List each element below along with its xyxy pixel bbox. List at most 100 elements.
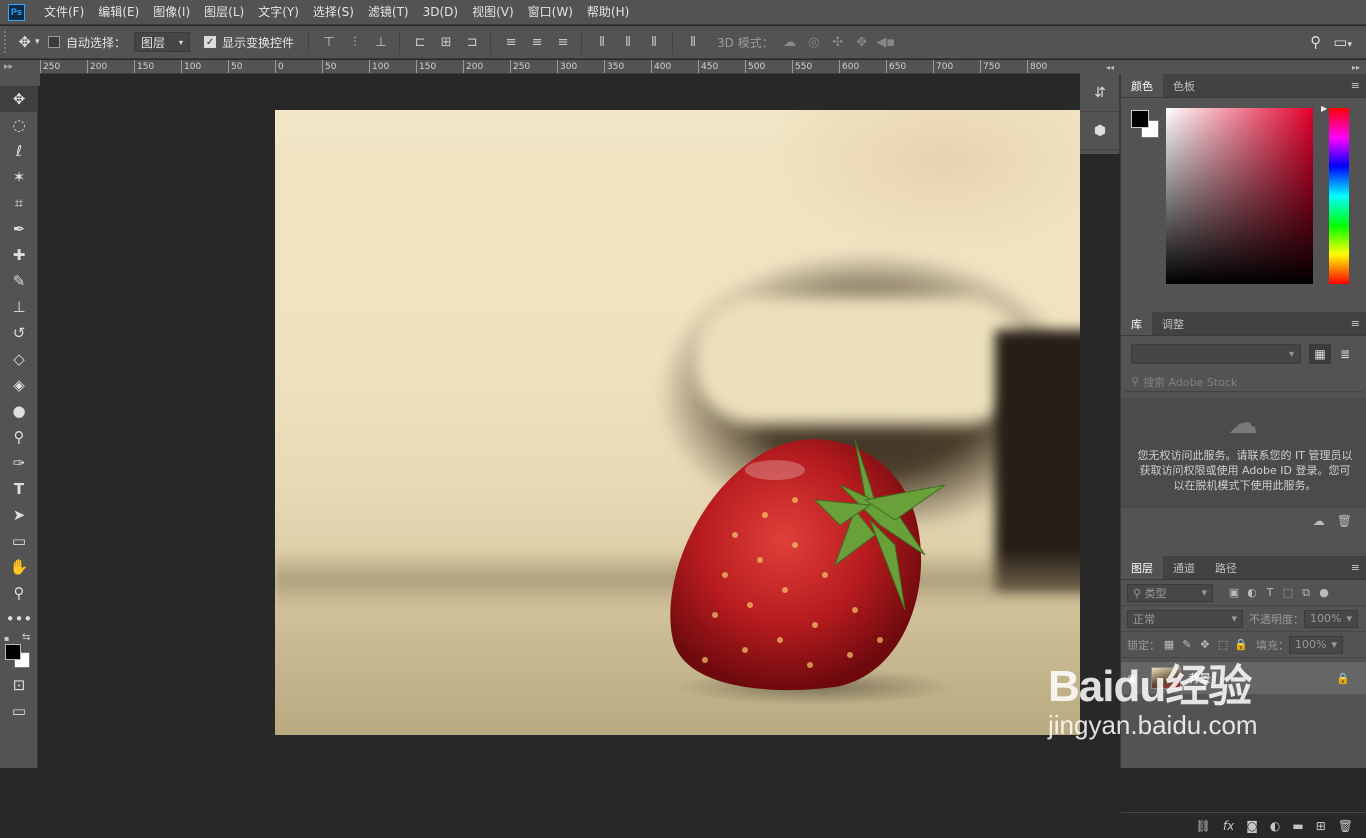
document-canvas[interactable] <box>40 75 1080 768</box>
new-layer-icon[interactable]: ⊞ <box>1316 819 1326 833</box>
move-tool-preset-icon[interactable]: ✥ ▾ <box>10 30 48 54</box>
panel-menu-icon[interactable]: ≡ <box>1351 561 1360 574</box>
distribute-vcenter-icon[interactable]: ≡ <box>525 30 549 54</box>
tab-libraries[interactable]: 库 <box>1121 312 1152 335</box>
panel-menu-icon[interactable]: ≡ <box>1351 79 1360 92</box>
healing-brush-tool-icon[interactable]: ✚ <box>0 242 38 268</box>
tab-adjustments[interactable]: 调整 <box>1152 312 1194 335</box>
type-tool-icon[interactable]: T <box>0 476 38 502</box>
3d-roll-icon[interactable]: ◎ <box>802 30 826 54</box>
auto-select-target-dropdown[interactable]: 图层 ▾ <box>134 32 191 52</box>
auto-select-checkbox[interactable] <box>48 36 60 48</box>
align-left-icon[interactable]: ⊏ <box>408 30 432 54</box>
swap-colors-icon[interactable]: ⇆ <box>22 632 30 643</box>
auto-align-icon[interactable]: ⫴ <box>681 30 705 54</box>
align-right-icon[interactable]: ⊐ <box>460 30 484 54</box>
opacity-input[interactable]: 100% ▾ <box>1304 609 1358 628</box>
move-tool-icon[interactable]: ✥ <box>0 86 38 112</box>
3d-scale-icon[interactable]: ◀▪ <box>874 30 898 54</box>
filter-type-icon[interactable]: T <box>1261 586 1279 599</box>
panels-collapse-icon[interactable]: ▸▸ <box>1120 60 1366 74</box>
filter-pixel-icon[interactable]: ▣ <box>1225 586 1243 599</box>
menu-3d[interactable]: 3D(D) <box>416 0 465 25</box>
distribute-hcenter-icon[interactable]: ⦀ <box>616 30 640 54</box>
3d-orbit-icon[interactable]: ☁ <box>778 30 802 54</box>
layer-kind-dropdown[interactable]: ⚲ 类型 ▾ <box>1127 583 1213 602</box>
eraser-tool-icon[interactable]: ◇ <box>0 346 38 372</box>
layer-style-fx-icon[interactable]: fx <box>1223 819 1234 833</box>
workspace-icon[interactable]: ▭▾ <box>1333 33 1352 51</box>
foreground-color-swatch[interactable] <box>5 644 21 660</box>
stamp-tool-icon[interactable]: ⊥ <box>0 294 38 320</box>
menu-window[interactable]: 窗口(W) <box>521 0 580 25</box>
align-bottom-icon[interactable]: ⊥ <box>369 30 393 54</box>
align-hcenter-icon[interactable]: ⊞ <box>434 30 458 54</box>
toolbar-collapse-icon[interactable]: ▸▸ <box>0 60 40 86</box>
rectangle-tool-icon[interactable]: ▭ <box>0 528 38 554</box>
new-adjustment-layer-icon[interactable]: ◐ <box>1270 819 1280 833</box>
paint-bucket-tool-icon[interactable]: ◈ <box>0 372 38 398</box>
more-tools-icon[interactable]: ••• <box>0 606 38 632</box>
magic-wand-tool-icon[interactable]: ✶ <box>0 164 38 190</box>
pen-tool-icon[interactable]: ✑ <box>0 450 38 476</box>
tab-layers[interactable]: 图层 <box>1121 556 1163 579</box>
search-icon[interactable]: ⚲ <box>1310 33 1321 51</box>
tab-channels[interactable]: 通道 <box>1163 556 1205 579</box>
default-colors-icon[interactable]: ▪ <box>4 634 9 643</box>
tab-swatches[interactable]: 色板 <box>1163 74 1205 97</box>
menu-edit[interactable]: 编辑(E) <box>91 0 146 25</box>
menu-image[interactable]: 图像(I) <box>146 0 197 25</box>
marquee-tool-icon[interactable]: ◌ <box>0 112 38 138</box>
distribute-top-icon[interactable]: ≡ <box>499 30 523 54</box>
blur-tool-icon[interactable]: ● <box>0 398 38 424</box>
distribute-left-icon[interactable]: ⦀ <box>590 30 614 54</box>
filter-shape-icon[interactable]: ⬚ <box>1279 586 1297 599</box>
trash-icon[interactable]: 🗑 <box>1337 514 1352 528</box>
new-group-icon[interactable]: ▬ <box>1292 819 1303 833</box>
menu-file[interactable]: 文件(F) <box>37 0 91 25</box>
blend-mode-dropdown[interactable]: 正常 ▾ <box>1127 609 1243 628</box>
menu-help[interactable]: 帮助(H) <box>580 0 636 25</box>
panel-menu-icon[interactable]: ≡ <box>1351 317 1360 330</box>
menu-type[interactable]: 文字(Y) <box>251 0 306 25</box>
history-brush-tool-icon[interactable]: ↺ <box>0 320 38 346</box>
brush-tool-icon[interactable]: ✎ <box>0 268 38 294</box>
color-foreground-swatch[interactable] <box>1131 110 1149 128</box>
screen-mode-icon[interactable]: ▭ <box>0 698 38 724</box>
strip-collapse-icon[interactable]: ◂◂ <box>1080 60 1120 74</box>
delete-layer-icon[interactable]: 🗑 <box>1338 819 1353 833</box>
distribute-bottom-icon[interactable]: ≡ <box>551 30 575 54</box>
eyedropper-tool-icon[interactable]: ✒ <box>0 216 38 242</box>
3d-panel-icon[interactable]: ⬢ <box>1080 112 1120 150</box>
tab-color[interactable]: 颜色 <box>1121 74 1163 97</box>
link-layers-icon[interactable]: ⛓ <box>1196 819 1211 833</box>
cloud-sync-icon[interactable]: ☁ <box>1313 514 1325 528</box>
align-vcenter-icon[interactable]: ⫶ <box>343 30 367 54</box>
lasso-tool-icon[interactable]: ℓ <box>0 138 38 164</box>
list-view-icon[interactable]: ≣ <box>1334 344 1356 364</box>
hand-tool-icon[interactable]: ✋ <box>0 554 38 580</box>
align-top-icon[interactable]: ⊤ <box>317 30 341 54</box>
stock-search-input[interactable]: ⚲ 搜索 Adobe Stock <box>1125 372 1363 392</box>
crop-tool-icon[interactable]: ⌗ <box>0 190 38 216</box>
zoom-tool-icon[interactable]: ⚲ <box>0 580 38 606</box>
menu-view[interactable]: 视图(V) <box>465 0 521 25</box>
menu-filter[interactable]: 滤镜(T) <box>361 0 416 25</box>
3d-pan-icon[interactable]: ✣ <box>826 30 850 54</box>
saturation-value-picker[interactable] <box>1166 108 1313 284</box>
show-transform-checkbox[interactable]: ✓ <box>204 36 217 48</box>
history-panel-icon[interactable]: ⇵ <box>1080 74 1120 112</box>
dodge-tool-icon[interactable]: ⚲ <box>0 424 38 450</box>
quick-mask-icon[interactable]: ⊡ <box>0 672 38 698</box>
menu-layer[interactable]: 图层(L) <box>197 0 251 25</box>
add-mask-icon[interactable]: ◙ <box>1246 819 1258 833</box>
grid-view-icon[interactable]: ▦ <box>1309 344 1331 364</box>
path-selection-tool-icon[interactable]: ➤ <box>0 502 38 528</box>
filter-smart-object-icon[interactable]: ⧉ <box>1297 586 1315 600</box>
filter-adjustment-icon[interactable]: ◐ <box>1243 586 1261 599</box>
library-dropdown[interactable]: ▾ <box>1131 344 1301 364</box>
hue-slider[interactable] <box>1329 108 1349 284</box>
filter-toggle-icon[interactable]: ● <box>1315 586 1333 599</box>
3d-slide-icon[interactable]: ✥ <box>850 30 874 54</box>
distribute-right-icon[interactable]: ⦀ <box>642 30 666 54</box>
